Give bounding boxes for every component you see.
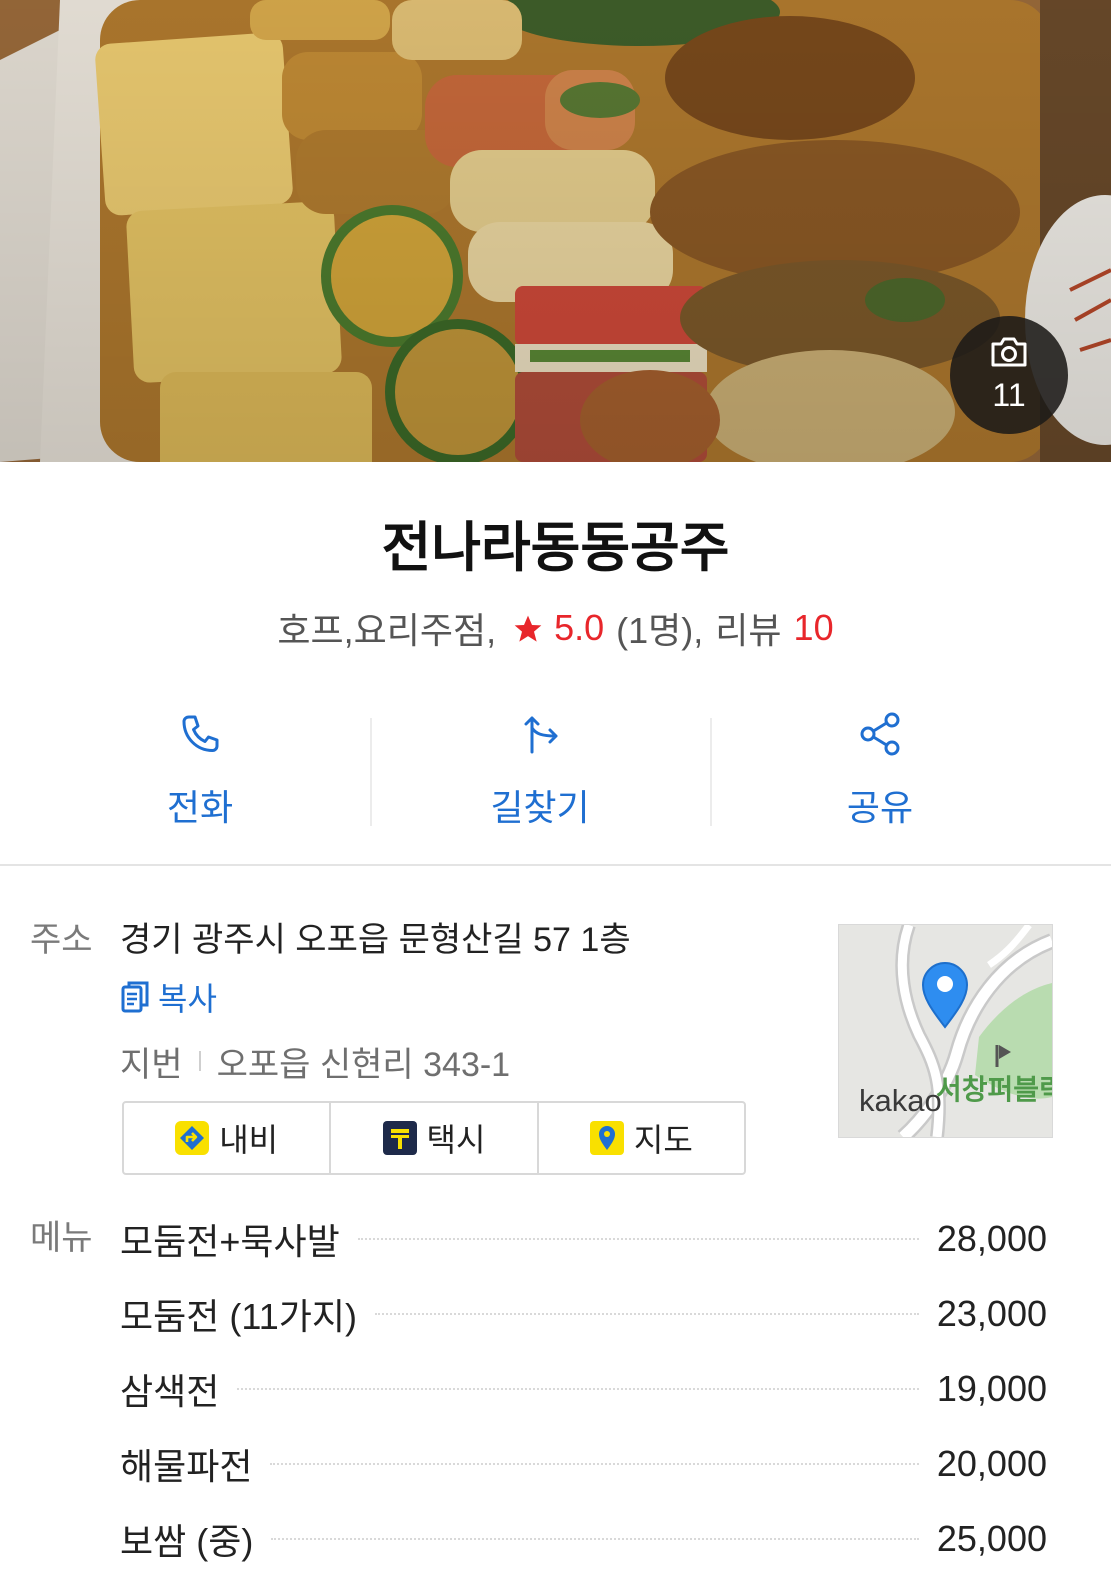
menu-item-price: 19,000 [936, 1367, 1047, 1409]
menu-item-price: 25,000 [936, 1517, 1047, 1559]
place-category: 호프,요리주점, [277, 610, 497, 651]
share-icon [856, 710, 904, 758]
taxi-icon [382, 1121, 417, 1155]
menu-item: 보쌈 (중) 25,000 [120, 1501, 1047, 1576]
share-button[interactable]: 공유 [710, 700, 1050, 840]
dotted-leader [237, 1387, 919, 1390]
call-label: 전화 [166, 787, 234, 828]
copy-label: 복사 [158, 981, 217, 1017]
section-divider [0, 864, 1111, 866]
photo-count-badge[interactable]: 11 [950, 316, 1068, 434]
jibun-label: 지번 [120, 1045, 183, 1084]
copy-address-button[interactable]: 복사 [120, 974, 217, 1020]
menu-item: 삼색전 19,000 [120, 1351, 1047, 1426]
map-brand-logo: kakao [859, 1083, 942, 1118]
separator [198, 1051, 201, 1071]
menu-item-name: 보쌈 (중) [120, 1520, 254, 1562]
menu-list: 모둠전+묵사발 28,000 모둠전 (11가지) 23,000 삼색전 19,… [120, 1201, 1047, 1576]
menu-item: 모둠전+묵사발 28,000 [120, 1201, 1047, 1276]
copy-icon [120, 980, 150, 1014]
menu-item-name: 삼색전 [120, 1370, 220, 1412]
dotted-leader [271, 1537, 919, 1540]
menu-item-name: 모둠전+묵사발 [120, 1220, 340, 1262]
review-count[interactable]: 10 [794, 607, 834, 649]
photo-count: 11 [992, 377, 1026, 413]
map-button[interactable]: 지도 [539, 1103, 744, 1173]
call-button[interactable]: 전화 [30, 700, 370, 840]
menu-item: 모둠전 (11가지) 23,000 [120, 1276, 1047, 1351]
menu-item-price: 28,000 [936, 1217, 1047, 1259]
action-bar: 전화 길찾기 공유 [30, 700, 1050, 840]
review-label[interactable]: 리뷰 [715, 602, 781, 654]
map-label: 지도 [633, 1122, 693, 1158]
map-pin-icon [589, 1121, 624, 1155]
directions-button[interactable]: 길찾기 [370, 700, 710, 840]
star-icon [512, 612, 544, 644]
jibun-value: 오포읍 신현리 343-1 [216, 1045, 511, 1084]
share-label: 공유 [846, 787, 914, 828]
place-name: 전나라동동공주 [381, 518, 730, 578]
directions-icon [516, 710, 564, 758]
navi-icon [175, 1121, 210, 1155]
dotted-leader [270, 1462, 919, 1465]
menu-item-name: 해물파전 [120, 1445, 253, 1487]
map-poi-label: 서창퍼블릭 [936, 1074, 1053, 1105]
navi-label: 내비 [219, 1122, 279, 1158]
camera-icon [989, 336, 1029, 368]
directions-label: 길찾기 [490, 787, 590, 828]
rating-score: 5.0 [554, 607, 605, 648]
menu-item: 해물파전 20,000 [120, 1426, 1047, 1501]
food-photo [0, 0, 1111, 462]
taxi-button[interactable]: 택시 [331, 1103, 539, 1173]
hero-photo[interactable]: 11 [0, 0, 1111, 462]
dotted-leader [374, 1312, 919, 1315]
taxi-label: 택시 [426, 1122, 486, 1158]
jibun-address: 지번 오포읍 신현리 343-1 [120, 1038, 510, 1084]
place-meta: 호프,요리주점, 5.0 (1명), 리뷰 10 [0, 600, 1111, 656]
phone-icon [176, 710, 224, 758]
map-thumbnail[interactable]: kakao 서창퍼블릭 [838, 924, 1053, 1138]
address-label: 주소 [30, 921, 93, 959]
menu-label: 메뉴 [30, 1219, 93, 1257]
rating-count: (1명), [616, 610, 704, 651]
menu-item-price: 23,000 [936, 1292, 1047, 1334]
menu-item-name: 모둠전 (11가지) [120, 1295, 357, 1337]
menu-item-price: 20,000 [936, 1442, 1047, 1484]
dotted-leader [357, 1237, 919, 1240]
place-detail-page: 11 전나라동동공주 호프,요리주점, 5.0 (1명), 리뷰 10 전화 길… [0, 0, 1111, 1591]
route-button-group: 내비 택시 지도 [122, 1101, 746, 1175]
address-value: 경기 광주시 오포읍 문형산길 57 1층 [120, 921, 631, 959]
navi-button[interactable]: 내비 [124, 1103, 332, 1173]
